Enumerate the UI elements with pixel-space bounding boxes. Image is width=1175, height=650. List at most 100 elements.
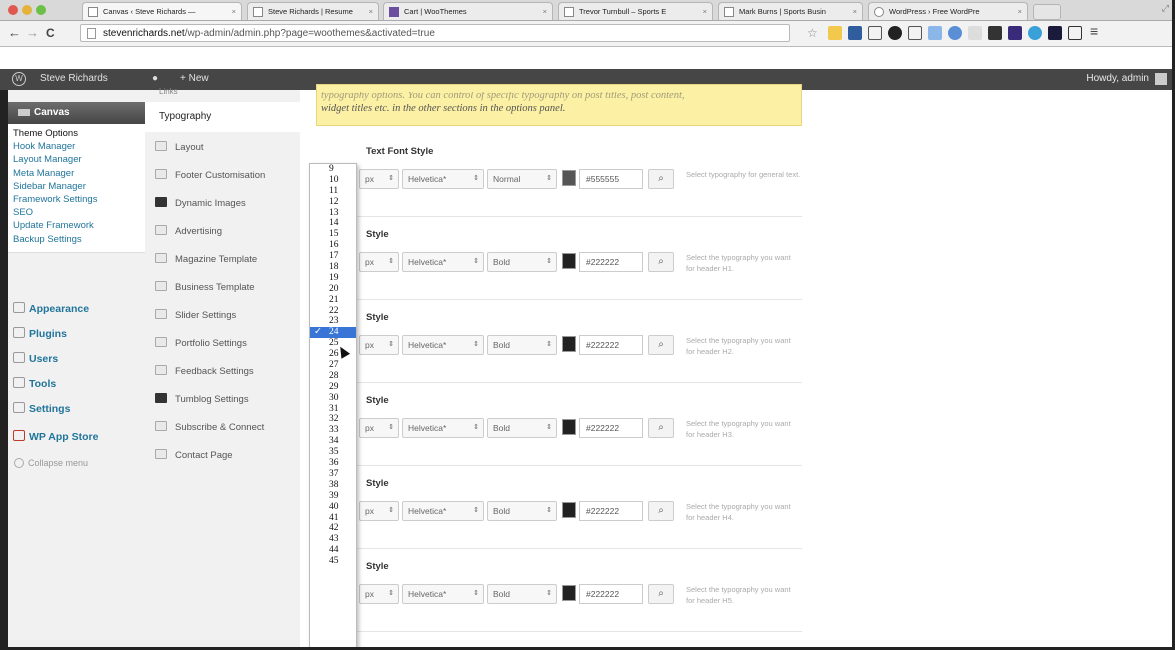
comments-icon[interactable]: ●	[152, 73, 158, 84]
tab-close-icon[interactable]: ×	[369, 3, 373, 20]
options-nav-item[interactable]: Advertising	[155, 222, 300, 242]
wp-menu-item[interactable]: Plugins	[8, 327, 145, 340]
canvas-submenu-item[interactable]: Update Framework	[8, 219, 145, 232]
font-size-option[interactable]: 15	[310, 229, 356, 240]
wp-menu-item[interactable]: WP App Store	[8, 430, 145, 443]
font-size-option[interactable]: 19	[310, 273, 356, 284]
canvas-submenu-item[interactable]: Layout Manager	[8, 153, 145, 166]
font-size-option[interactable]: 14	[310, 218, 356, 229]
minimize-window-button[interactable]	[22, 5, 32, 15]
tab-close-icon[interactable]: ×	[543, 3, 547, 20]
howdy-user-menu[interactable]: Howdy, admin	[1086, 73, 1149, 84]
font-weight-select[interactable]: Bold ⇕	[487, 501, 557, 521]
options-nav-item[interactable]: Subscribe & Connect	[155, 418, 300, 438]
collapse-menu-button[interactable]: Collapse menu	[14, 458, 88, 468]
canvas-submenu-item[interactable]: Meta Manager	[8, 167, 145, 180]
unit-select[interactable]: px ⇕	[359, 169, 399, 189]
extension-blue-icon[interactable]	[1028, 26, 1042, 40]
wordpress-logo-icon[interactable]: W	[12, 72, 26, 86]
options-nav-item[interactable]: Dynamic Images	[155, 194, 300, 214]
site-name-link[interactable]: Steve Richards	[40, 73, 108, 84]
tab-close-icon[interactable]: ×	[853, 3, 857, 20]
wp-menu-item[interactable]: Users	[8, 352, 145, 365]
font-size-option[interactable]: 18	[310, 262, 356, 273]
font-size-option[interactable]: 23	[310, 316, 356, 327]
font-size-option[interactable]: 43	[310, 534, 356, 545]
window-resize-icon[interactable]: ⤢	[1162, 3, 1169, 14]
browser-tab[interactable]: Canvas ‹ Steve Richards — ×	[82, 2, 242, 20]
font-size-option[interactable]: 30	[310, 393, 356, 404]
font-size-option[interactable]: 11	[310, 186, 356, 197]
canvas-submenu-item[interactable]: Sidebar Manager	[8, 180, 145, 193]
font-size-option[interactable]: 28	[310, 371, 356, 382]
extension-frame-icon[interactable]	[868, 26, 882, 40]
unit-select[interactable]: px ⇕	[359, 418, 399, 438]
font-weight-select[interactable]: Normal ⇕	[487, 169, 557, 189]
unit-select[interactable]: px ⇕	[359, 584, 399, 604]
color-swatch[interactable]	[562, 253, 576, 269]
font-size-option[interactable]: 31	[310, 404, 356, 415]
color-hex-input[interactable]: #222222	[579, 418, 643, 438]
font-size-option[interactable]: 13	[310, 208, 356, 219]
font-size-option[interactable]: 32	[310, 414, 356, 425]
extension-circle-icon[interactable]	[888, 26, 902, 40]
address-bar[interactable]: stevenrichards.net/wp-admin/admin.php?pa…	[80, 24, 790, 42]
extension-globe-icon[interactable]	[948, 26, 962, 40]
extension-pencil-icon[interactable]	[928, 26, 942, 40]
font-size-option[interactable]: 38	[310, 480, 356, 491]
extension-check-icon[interactable]	[1068, 26, 1082, 40]
preview-magnifier-icon[interactable]: ⌕	[648, 169, 674, 189]
options-nav-item[interactable]: Layout	[155, 138, 300, 158]
options-nav-item[interactable]: Contact Page	[155, 446, 300, 466]
browser-tab[interactable]: Cart | WooThemes ×	[383, 2, 553, 20]
font-family-select[interactable]: Helvetica* ⇕	[402, 501, 484, 521]
font-size-option[interactable]: 41	[310, 513, 356, 524]
font-size-option[interactable]: 42	[310, 523, 356, 534]
tab-close-icon[interactable]: ×	[703, 3, 707, 20]
avatar[interactable]	[1155, 73, 1167, 85]
font-size-option[interactable]: 12	[310, 197, 356, 208]
options-nav-item[interactable]: Slider Settings	[155, 306, 300, 326]
options-nav-item[interactable]: Footer Customisation	[155, 166, 300, 186]
font-size-option[interactable]: 22	[310, 306, 356, 317]
new-tab-button[interactable]	[1033, 4, 1061, 20]
wp-menu-item[interactable]: Settings	[8, 402, 145, 415]
extension-layers-icon[interactable]	[988, 26, 1002, 40]
font-weight-select[interactable]: Bold ⇕	[487, 252, 557, 272]
forward-button[interactable]: →	[26, 25, 39, 41]
new-content-menu[interactable]: + New	[180, 73, 209, 84]
font-family-select[interactable]: Helvetica* ⇕	[402, 584, 484, 604]
tab-close-icon[interactable]: ×	[1018, 3, 1022, 20]
font-size-option[interactable]: 10	[310, 175, 356, 186]
preview-magnifier-icon[interactable]: ⌕	[648, 584, 674, 604]
font-size-option[interactable]: 16	[310, 240, 356, 251]
tab-close-icon[interactable]: ×	[232, 3, 236, 20]
color-swatch[interactable]	[562, 585, 576, 601]
unit-select[interactable]: px ⇕	[359, 335, 399, 355]
preview-magnifier-icon[interactable]: ⌕	[648, 252, 674, 272]
color-hex-input[interactable]: #555555	[579, 169, 643, 189]
options-nav-item[interactable]: Business Template	[155, 278, 300, 298]
options-nav-item[interactable]: Portfolio Settings	[155, 334, 300, 354]
options-nav-links[interactable]: Links	[159, 87, 178, 96]
options-nav-item[interactable]: Tumblog Settings	[155, 390, 300, 410]
extension-purple-icon[interactable]	[1008, 26, 1022, 40]
font-weight-select[interactable]: Bold ⇕	[487, 418, 557, 438]
font-size-option[interactable]: 9	[310, 164, 356, 175]
color-hex-input[interactable]: #222222	[579, 584, 643, 604]
canvas-submenu-item[interactable]: Framework Settings	[8, 193, 145, 206]
wp-menu-item[interactable]: Appearance	[8, 302, 145, 315]
browser-tab[interactable]: Mark Burns | Sports Busin ×	[718, 2, 863, 20]
back-button[interactable]: ←	[8, 25, 21, 41]
canvas-submenu-item[interactable]: Backup Settings	[8, 233, 145, 246]
zoom-window-button[interactable]	[36, 5, 46, 15]
font-size-option[interactable]: 37	[310, 469, 356, 480]
browser-tab[interactable]: WordPress › Free WordPre ×	[868, 2, 1028, 20]
color-swatch[interactable]	[562, 502, 576, 518]
browser-tab[interactable]: Steve Richards | Resume ×	[247, 2, 379, 20]
font-size-option[interactable]: 17	[310, 251, 356, 262]
unit-select[interactable]: px ⇕	[359, 252, 399, 272]
extension-note-icon[interactable]	[828, 26, 842, 40]
options-nav-item[interactable]: Feedback Settings	[155, 362, 300, 382]
wp-menu-item[interactable]: Tools	[8, 377, 145, 390]
